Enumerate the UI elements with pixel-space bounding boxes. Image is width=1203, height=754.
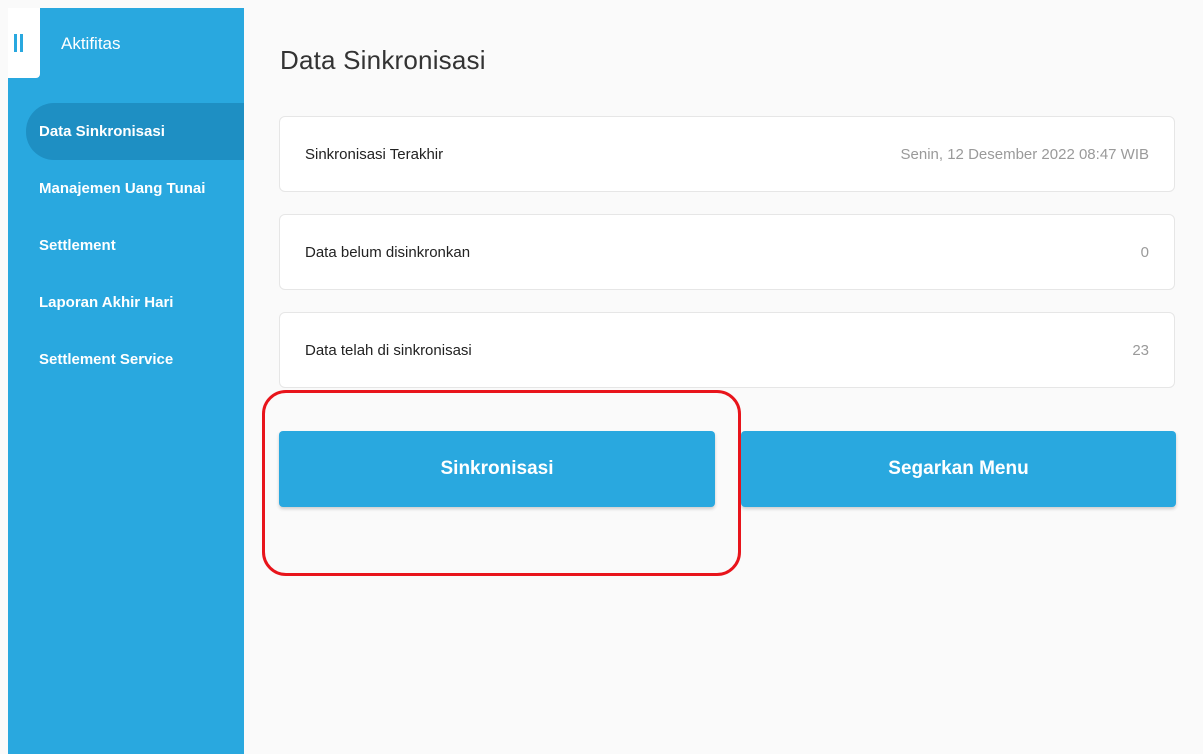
sidebar-menu: Data Sinkronisasi Manajemen Uang Tunai S… (26, 103, 244, 388)
info-value: 0 (1140, 244, 1149, 261)
sidebar: Aktifitas Data Sinkronisasi Manajemen Ua… (8, 8, 244, 754)
sidebar-item-settlement[interactable]: Settlement (26, 217, 244, 274)
info-label: Data telah di sinkronisasi (305, 342, 472, 359)
sync-button[interactable]: Sinkronisasi (279, 431, 715, 507)
sidebar-title: Aktifitas (61, 34, 121, 53)
sidebar-item-manajemen-uang-tunai[interactable]: Manajemen Uang Tunai (26, 160, 244, 217)
info-card-last-sync: Sinkronisasi Terakhir Senin, 12 Desember… (279, 116, 1175, 192)
info-value: Senin, 12 Desember 2022 08:47 WIB (900, 146, 1149, 163)
info-label: Data belum disinkronkan (305, 244, 471, 261)
info-value: 23 (1132, 342, 1149, 359)
sidebar-item-laporan-akhir-hari[interactable]: Laporan Akhir Hari (26, 274, 244, 331)
page-title: Data Sinkronisasi (280, 45, 486, 75)
sidebar-toggle-button[interactable] (8, 8, 40, 78)
page: Aktifitas Data Sinkronisasi Manajemen Ua… (0, 0, 1203, 754)
sidebar-item-settlement-service[interactable]: Settlement Service (26, 331, 244, 388)
sidebar-item-data-sinkronisasi[interactable]: Data Sinkronisasi (26, 103, 244, 160)
refresh-menu-button[interactable]: Segarkan Menu (741, 431, 1176, 507)
info-card-unsynced: Data belum disinkronkan 0 (279, 214, 1175, 290)
info-card-synced: Data telah di sinkronisasi 23 (279, 312, 1175, 388)
pause-bars-icon (14, 34, 23, 52)
info-label: Sinkronisasi Terakhir (305, 146, 444, 163)
